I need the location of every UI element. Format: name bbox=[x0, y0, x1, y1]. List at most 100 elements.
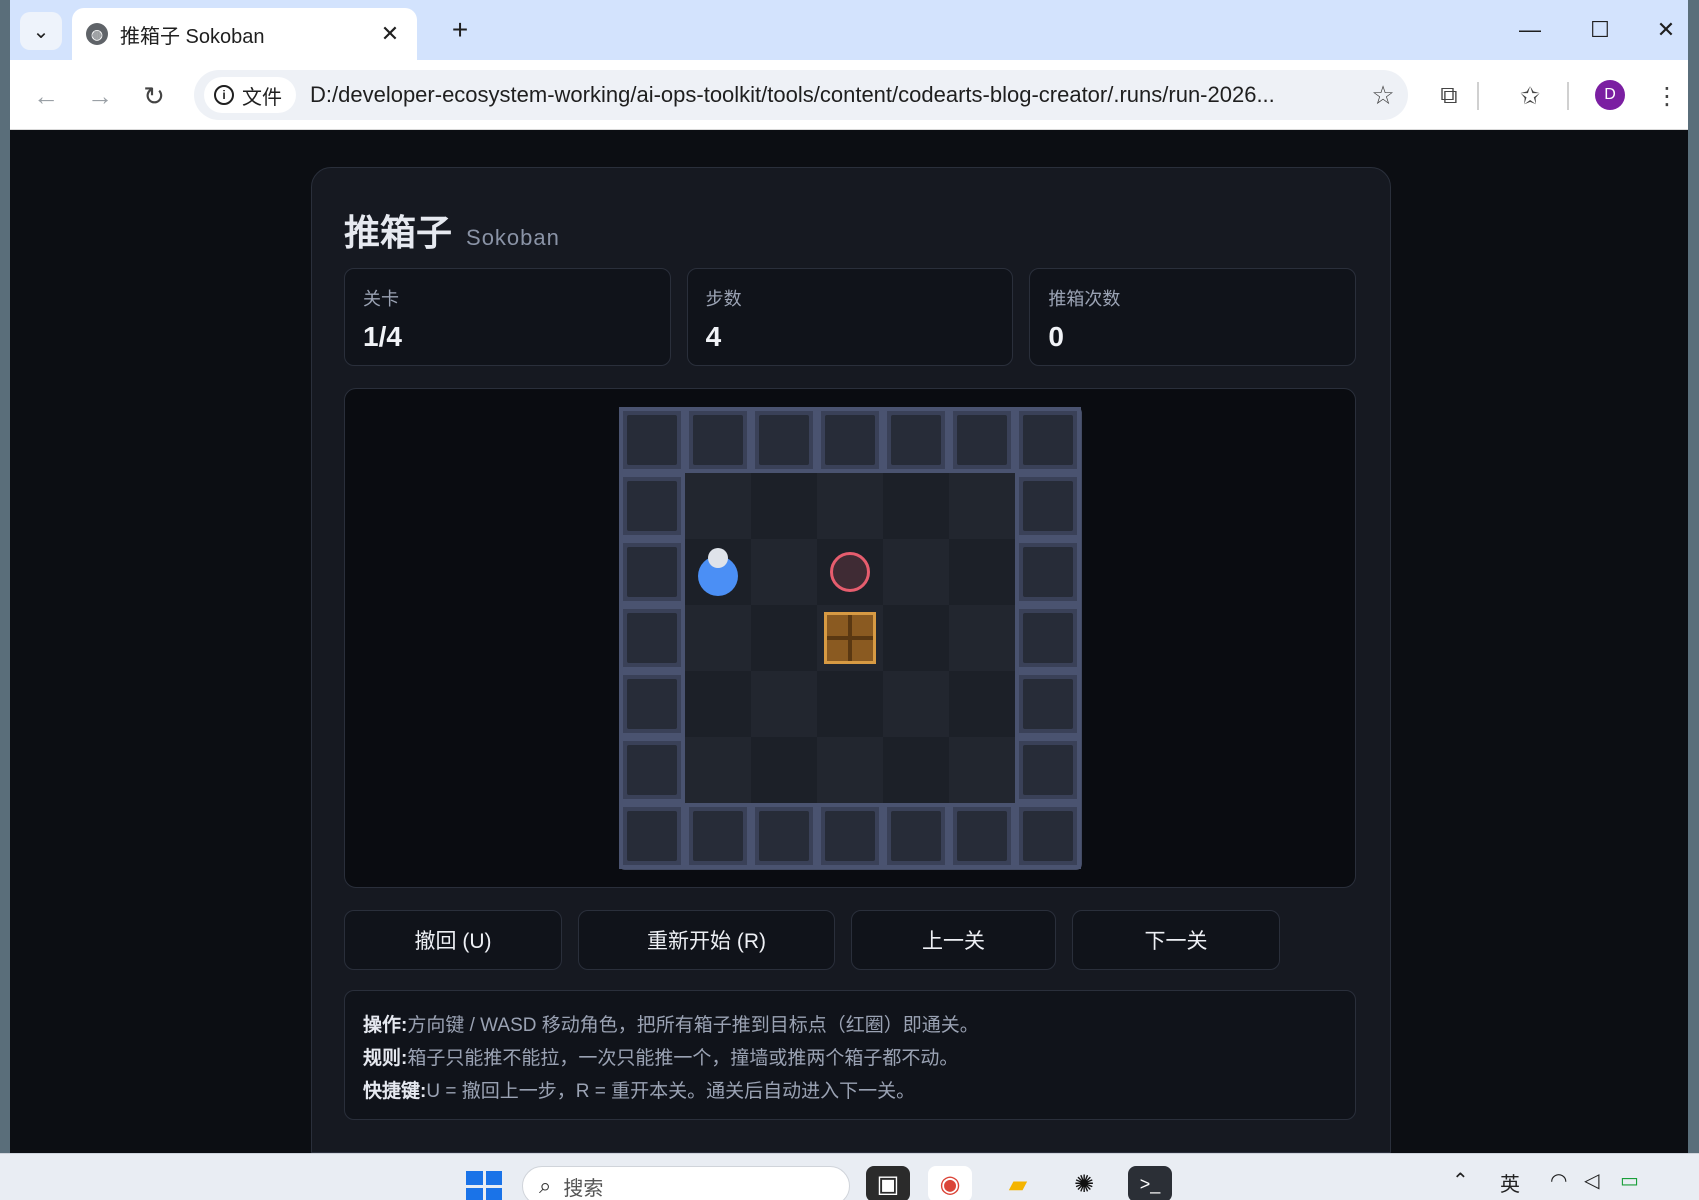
floor-tile bbox=[949, 737, 1015, 803]
wall-tile bbox=[619, 803, 685, 869]
site-chip-label: 文件 bbox=[242, 86, 282, 109]
site-info-chip[interactable]: i 文件 bbox=[204, 77, 296, 113]
chatgpt-icon[interactable]: ✺ bbox=[1062, 1166, 1106, 1200]
help-shortcuts: 快捷键:U = 撤回上一步，R = 重开本关。通关后自动进入下一关。 bbox=[363, 1081, 916, 1102]
restart-button[interactable]: 重新开始 (R) bbox=[578, 910, 835, 970]
browser-tab[interactable]: ◍ 推箱子 Sokoban ✕ bbox=[72, 8, 417, 60]
stat-label: 推箱次数 bbox=[1048, 289, 1121, 309]
game-card: 推箱子 Sokoban 关卡 1/4 步数 4 推箱次数 0 撤回 (U) 重新… bbox=[311, 167, 1391, 1153]
toolbar-separator bbox=[1477, 82, 1479, 110]
player-head bbox=[708, 548, 728, 568]
tab-strip: ⌄ ◍ 推箱子 Sokoban ✕ + — ☐ ✕ bbox=[10, 0, 1688, 60]
floor-tile bbox=[949, 605, 1015, 671]
floor-tile bbox=[949, 671, 1015, 737]
wall-tile bbox=[949, 407, 1015, 473]
profile-avatar[interactable]: D bbox=[1595, 80, 1625, 110]
minimize-icon[interactable]: — bbox=[1500, 10, 1560, 50]
floor-tile bbox=[751, 539, 817, 605]
page-content: 推箱子 Sokoban 关卡 1/4 步数 4 推箱次数 0 撤回 (U) 重新… bbox=[10, 131, 1688, 1153]
taskbar: ⌕ 搜索 ▣ ◉ ▰ ✺ >_ ⌃ 英 ◠ ◁ ▭ bbox=[0, 1153, 1699, 1200]
wall-tile bbox=[1015, 605, 1081, 671]
target-marker bbox=[830, 552, 870, 592]
taskbar-search[interactable]: ⌕ 搜索 bbox=[522, 1166, 850, 1200]
controls-row: 撤回 (U) 重新开始 (R) 上一关 下一关 bbox=[344, 910, 1356, 970]
floor-tile bbox=[685, 671, 751, 737]
back-icon[interactable]: ← bbox=[26, 76, 66, 116]
tab-search-button[interactable]: ⌄ bbox=[20, 12, 62, 50]
search-icon: ⌕ bbox=[539, 1173, 552, 1198]
ime-indicator[interactable]: 英 bbox=[1500, 1168, 1520, 1197]
close-tab-icon[interactable]: ✕ bbox=[377, 21, 403, 47]
page-subtitle: Sokoban bbox=[466, 225, 560, 250]
wall-tile bbox=[1015, 737, 1081, 803]
wall-tile bbox=[1015, 473, 1081, 539]
wall-tile bbox=[751, 803, 817, 869]
stat-value: 4 bbox=[705, 321, 722, 352]
wall-tile bbox=[817, 803, 883, 869]
url-text[interactable]: D:/developer-ecosystem-working/ai-ops-to… bbox=[310, 82, 1358, 108]
terminal-icon[interactable]: >_ bbox=[1128, 1166, 1172, 1200]
toolbar-separator bbox=[1567, 82, 1569, 110]
board-container bbox=[344, 388, 1356, 888]
floor-tile bbox=[883, 473, 949, 539]
close-window-icon[interactable]: ✕ bbox=[1636, 10, 1688, 50]
browser-toolbar: ← → ↻ i 文件 D:/developer-ecosystem-workin… bbox=[10, 60, 1688, 130]
next-level-button[interactable]: 下一关 bbox=[1072, 910, 1280, 970]
reload-icon[interactable]: ↻ bbox=[134, 76, 174, 116]
floor-tile bbox=[817, 671, 883, 737]
floor-tile bbox=[751, 737, 817, 803]
battery-icon[interactable]: ▭ bbox=[1620, 1168, 1639, 1193]
prev-level-button[interactable]: 上一关 bbox=[851, 910, 1056, 970]
wifi-icon[interactable]: ◠ bbox=[1550, 1168, 1567, 1193]
floor-tile bbox=[883, 737, 949, 803]
floor-tile bbox=[685, 473, 751, 539]
wall-tile bbox=[883, 407, 949, 473]
menu-icon[interactable]: ⋮ bbox=[1647, 76, 1687, 116]
favorites-icon[interactable]: ✩ bbox=[1510, 76, 1550, 116]
windows-start-icon[interactable] bbox=[466, 1171, 502, 1200]
chevron-down-icon: ⌄ bbox=[32, 20, 50, 43]
wall-tile bbox=[817, 407, 883, 473]
file-explorer-icon[interactable]: ▰ bbox=[996, 1166, 1040, 1200]
help-panel: 操作:方向键 / WASD 移动角色，把所有箱子推到目标点（红圈）即通关。 规则… bbox=[344, 990, 1356, 1120]
address-bar[interactable]: i 文件 D:/developer-ecosystem-working/ai-o… bbox=[194, 70, 1408, 120]
undo-button[interactable]: 撤回 (U) bbox=[344, 910, 562, 970]
crate-box bbox=[824, 612, 876, 664]
stat-value: 1/4 bbox=[363, 321, 402, 352]
wall-tile bbox=[619, 473, 685, 539]
floor-tile bbox=[883, 605, 949, 671]
stats-row: 关卡 1/4 步数 4 推箱次数 0 bbox=[344, 268, 1357, 366]
game-board[interactable] bbox=[619, 407, 1082, 870]
game-header: 推箱子 Sokoban bbox=[344, 204, 560, 256]
volume-icon[interactable]: ◁ bbox=[1584, 1168, 1599, 1193]
chrome-icon[interactable]: ◉ bbox=[928, 1166, 972, 1200]
wall-tile bbox=[619, 737, 685, 803]
globe-icon: ◍ bbox=[86, 23, 108, 45]
extensions-icon[interactable]: ⧉ bbox=[1429, 76, 1469, 116]
page-title: 推箱子 bbox=[344, 212, 453, 253]
wall-tile bbox=[883, 803, 949, 869]
floor-tile bbox=[949, 473, 1015, 539]
tray-chevron-icon[interactable]: ⌃ bbox=[1452, 1168, 1469, 1193]
floor-tile bbox=[751, 671, 817, 737]
floor-tile bbox=[883, 539, 949, 605]
task-view-icon[interactable]: ▣ bbox=[866, 1166, 910, 1200]
stat-label: 步数 bbox=[705, 289, 742, 309]
stat-pushes: 推箱次数 0 bbox=[1029, 268, 1357, 366]
floor-tile bbox=[949, 539, 1015, 605]
wall-tile bbox=[751, 407, 817, 473]
wall-tile bbox=[1015, 539, 1081, 605]
wall-tile bbox=[619, 605, 685, 671]
forward-icon[interactable]: → bbox=[80, 76, 120, 116]
help-controls: 操作:方向键 / WASD 移动角色，把所有箱子推到目标点（红圈）即通关。 bbox=[363, 1015, 979, 1036]
floor-tile bbox=[751, 605, 817, 671]
wall-tile bbox=[619, 539, 685, 605]
floor-tile bbox=[817, 473, 883, 539]
search-placeholder: 搜索 bbox=[563, 1177, 604, 1200]
maximize-icon[interactable]: ☐ bbox=[1570, 10, 1630, 50]
wall-tile bbox=[619, 407, 685, 473]
bookmark-star-icon[interactable]: ☆ bbox=[1358, 80, 1408, 111]
new-tab-button[interactable]: + bbox=[442, 12, 478, 48]
wall-tile bbox=[1015, 671, 1081, 737]
wall-tile bbox=[1015, 803, 1081, 869]
